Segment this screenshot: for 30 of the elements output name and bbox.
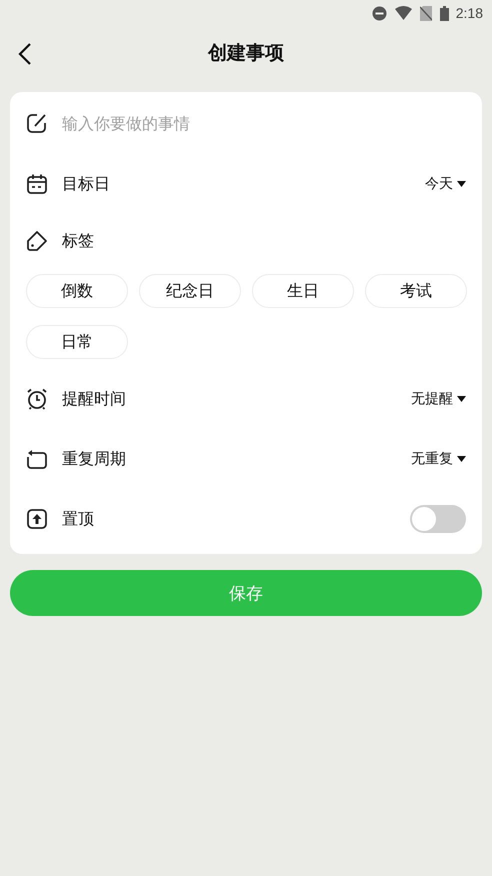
dropdown-button[interactable]: 无重复 [411, 450, 466, 468]
alarm-clock-icon [26, 388, 48, 410]
dropdown-button[interactable]: 今天 [425, 175, 466, 193]
page-title: 创建事项 [208, 41, 284, 66]
repeat-icon [26, 448, 48, 470]
no-sim-icon [420, 6, 432, 20]
edit-icon [26, 112, 48, 134]
caret-icon [457, 181, 466, 187]
row-label: 目标日 [62, 174, 110, 194]
task-input-field[interactable]: 输入你要做的事情 [62, 114, 466, 132]
calendar-icon [26, 173, 48, 195]
pin-to-top-icon [26, 508, 48, 530]
row-label: 标签 [62, 230, 94, 252]
dropdown-button[interactable]: 无提醒 [411, 390, 466, 408]
tag-chip[interactable]: 纪念日 [139, 274, 241, 308]
tag-chip[interactable]: 考试 [365, 274, 467, 308]
row-label: 重复周期 [62, 448, 126, 470]
tag-chip[interactable]: 日常 [26, 325, 128, 359]
tag-chip[interactable]: 生日 [252, 274, 354, 308]
caret-icon [457, 456, 466, 462]
row-label: 提醒时间 [62, 388, 126, 410]
toggle-switch[interactable] [410, 505, 466, 533]
row-label: 置顶 [62, 508, 94, 530]
tag-icon [26, 230, 48, 252]
tag-chip[interactable]: 倒数 [26, 274, 128, 308]
status-time: 2:18 [456, 5, 483, 21]
do-not-disturb-icon [372, 6, 387, 20]
wifi-icon [394, 6, 412, 20]
battery-icon [440, 6, 449, 20]
caret-icon [457, 396, 466, 402]
